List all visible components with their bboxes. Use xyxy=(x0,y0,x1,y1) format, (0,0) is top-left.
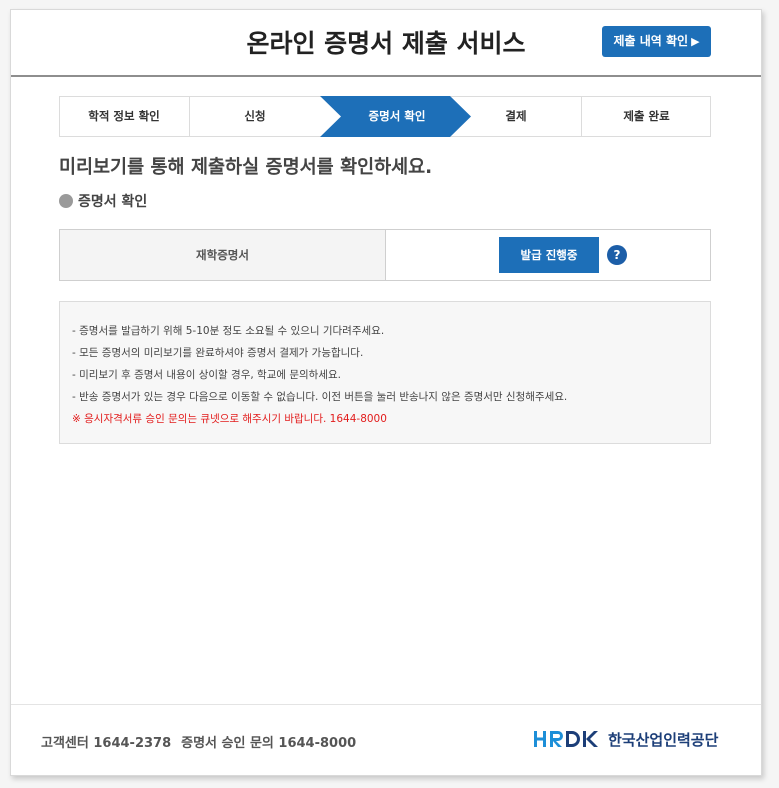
header: 온라인 증명서 제출 서비스 제출 내역 확인 ▶ xyxy=(11,10,761,77)
bullet-dot-icon xyxy=(59,194,73,208)
certificate-name: 재학증명서 xyxy=(60,230,386,280)
logo-org-name: 한국산업인력공단 xyxy=(608,730,719,749)
notice-item: - 증명서를 발급하기 위해 5-10분 정도 소요될 수 있으니 기다려주세요… xyxy=(72,325,385,337)
hrdk-logo-icon xyxy=(534,731,598,747)
logo-h-right xyxy=(543,731,546,747)
help-icon[interactable]: ? xyxy=(607,245,627,265)
step-apply[interactable]: 신청 xyxy=(190,96,320,137)
certificate-status-cell: 발급 진행중 ? xyxy=(386,230,710,280)
play-arrow-icon: ▶ xyxy=(691,35,700,48)
logo-k-arms xyxy=(586,731,598,747)
notice-item: - 모든 증명서의 미리보기를 완료하셔야 증명서 결제가 가능합니다. xyxy=(72,347,364,359)
section-title-text: 증명서 확인 xyxy=(78,194,148,210)
notice-warning: ※ 응시자격서류 승인 문의는 큐넷으로 해주시기 바랍니다. 1644-800… xyxy=(72,413,387,425)
notice-item: - 반송 증명서가 있는 경우 다음으로 이동할 수 없습니다. 이전 버튼을 … xyxy=(72,391,568,403)
main-frame: 온라인 증명서 제출 서비스 제출 내역 확인 ▶ 학적 정보 확인 신청 증명서… xyxy=(10,9,762,776)
submission-history-label: 제출 내역 확인 xyxy=(613,34,689,48)
hrdk-logo: 한국산업인력공단 xyxy=(534,728,718,750)
step-academic-info[interactable]: 학적 정보 확인 xyxy=(59,96,189,137)
section-title: 증명서 확인 xyxy=(59,191,147,211)
step-submit-complete[interactable]: 제출 완료 xyxy=(582,96,711,137)
main-heading: 미리보기를 통해 제출하실 증명서를 확인하세요. xyxy=(59,157,433,178)
submission-history-button[interactable]: 제출 내역 확인 ▶ xyxy=(602,26,711,57)
step-payment[interactable]: 결제 xyxy=(451,96,581,137)
issuance-status-button[interactable]: 발급 진행중 xyxy=(499,237,599,273)
certificate-table: 재학증명서 발급 진행중 ? xyxy=(59,229,711,281)
notice-box: - 증명서를 발급하기 위해 5-10분 정도 소요될 수 있으니 기다려주세요… xyxy=(59,301,711,444)
customer-center: 고객센터 1644-2378 xyxy=(41,736,172,751)
step-certificate-check[interactable]: 증명서 확인 xyxy=(332,96,462,137)
logo-k-stem xyxy=(583,731,586,747)
logo-d xyxy=(566,731,580,747)
contact-info: 고객센터 1644-2378 증명서 승인 문의 1644-8000 xyxy=(41,732,356,751)
logo-r xyxy=(550,731,563,747)
progress-steps: 학적 정보 확인 신청 증명서 확인 결제 제출 완료 xyxy=(59,96,711,137)
footer: 고객센터 1644-2378 증명서 승인 문의 1644-8000 한국산업인력… xyxy=(11,704,761,776)
approval-inquiry: 증명서 승인 문의 1644-8000 xyxy=(181,736,357,751)
notice-item: - 미리보기 후 증명서 내용이 상이할 경우, 학교에 문의하세요. xyxy=(72,369,342,381)
